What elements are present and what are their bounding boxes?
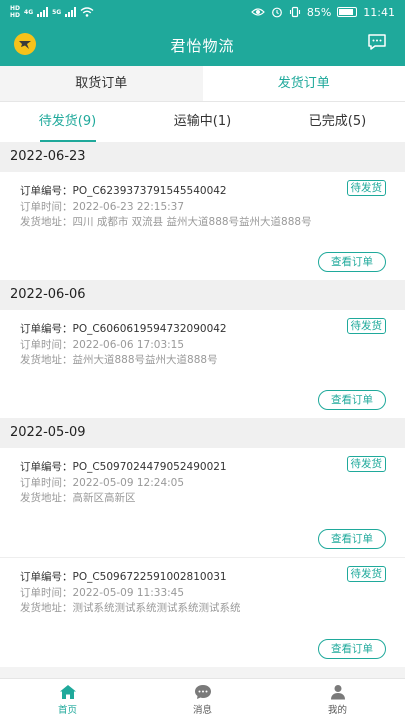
wifi-icon — [80, 7, 94, 17]
status-badge: 待发货 — [346, 318, 386, 334]
view-order-button[interactable]: 查看订单 — [318, 390, 386, 410]
status-badge: 待发货 — [346, 180, 386, 196]
shipping-address: 益州大道888号益州大道888号 — [72, 354, 218, 366]
order-number: PO_C5096722591002810031 — [72, 571, 227, 583]
order-time: 2022-05-09 11:33:45 — [72, 586, 185, 599]
vibrate-icon — [289, 6, 300, 18]
profile-icon — [330, 684, 345, 699]
battery-icon — [337, 7, 358, 17]
order-number: PO_C6239373791545540042 — [72, 185, 227, 197]
nav-messages[interactable]: 消息 — [135, 679, 270, 720]
status-tabs: 待发货(9) 运输中(1) 已完成(5) — [0, 102, 405, 142]
order-card[interactable]: 订单编号：PO_C6060619594732090042 待发货 订单时间：20… — [0, 310, 405, 418]
order-number: PO_C6060619594732090042 — [72, 323, 227, 335]
signal-icon-2 — [65, 7, 77, 17]
order-card[interactable]: 订单编号：PO_C5097024479052490021 待发货 订单时间：20… — [0, 448, 405, 557]
tab-pending-shipment[interactable]: 待发货(9) — [0, 102, 135, 142]
tab-in-transit[interactable]: 运输中(1) — [135, 102, 270, 142]
shipping-address: 四川 成都市 双流县 益州大道888号益州大道888号 — [72, 216, 312, 228]
signal-icon — [37, 7, 49, 17]
address-row: 发货地址：高新区高新区 — [20, 492, 136, 504]
chat-icon[interactable] — [367, 33, 387, 51]
address-row: 发货地址：四川 成都市 双流县 益州大道888号益州大道888号 — [20, 216, 312, 228]
status-badge: 待发货 — [346, 566, 386, 582]
tab-pickup-orders[interactable]: 取货订单 — [0, 66, 203, 101]
battery-percent: 85% — [306, 5, 332, 19]
nav-messages-label: 消息 — [192, 704, 212, 716]
logo-icon[interactable] — [14, 33, 36, 55]
nav-home[interactable]: 首页 — [0, 679, 135, 720]
view-order-button[interactable]: 查看订单 — [318, 252, 386, 272]
order-time-row: 订单时间：2022-05-09 12:24:05 — [20, 476, 185, 489]
status-badge: 待发货 — [346, 456, 386, 472]
tab-completed[interactable]: 已完成(5) — [270, 102, 405, 142]
order-card[interactable]: 订单编号：PO_C5096722591002810031 待发货 订单时间：20… — [0, 558, 405, 667]
network-type-label: 4G — [24, 8, 34, 16]
date-header: 2022-05-09 — [0, 418, 405, 448]
shipping-address: 测试系统测试系统测试系统测试系统 — [72, 602, 241, 614]
nav-home-label: 首页 — [57, 704, 77, 716]
eye-icon — [250, 8, 265, 16]
order-time-row: 订单时间：2022-06-23 22:15:37 — [20, 200, 185, 213]
order-time: 2022-05-09 12:24:05 — [72, 476, 185, 489]
view-order-button[interactable]: 查看订单 — [318, 639, 386, 659]
shipping-address: 高新区高新区 — [72, 492, 136, 504]
bottom-nav: 首页 消息 我的 — [0, 678, 405, 720]
message-icon — [194, 684, 211, 699]
order-number: PO_C5097024479052490021 — [72, 461, 227, 473]
date-header: 2022-06-23 — [0, 142, 405, 172]
order-number-row: 订单编号：PO_C6060619594732090042 — [20, 323, 227, 335]
order-list[interactable]: 2022-06-23 订单编号：PO_C6239373791545540042 … — [0, 142, 405, 678]
page-title: 君怡物流 — [170, 36, 235, 55]
address-row: 发货地址：测试系统测试系统测试系统测试系统 — [20, 602, 241, 614]
nav-profile-label: 我的 — [327, 704, 347, 716]
order-type-tabs: 取货订单 发货订单 — [0, 66, 405, 102]
order-time: 2022-06-06 17:03:15 — [72, 338, 185, 351]
order-card[interactable]: 订单编号：PO_C6239373791545540042 待发货 订单时间：20… — [0, 172, 405, 280]
order-number-row: 订单编号：PO_C5097024479052490021 — [20, 461, 227, 473]
date-header: 2022-06-06 — [0, 280, 405, 310]
order-time-row: 订单时间：2022-05-09 11:33:45 — [20, 586, 185, 599]
network-indicator: HD HD — [10, 5, 21, 19]
tab-shipping-orders[interactable]: 发货订单 — [202, 66, 405, 101]
status-bar: HD HD 4G 5G 85% 11:41 — [0, 0, 405, 24]
order-time-row: 订单时间：2022-06-06 17:03:15 — [20, 338, 185, 351]
clock: 11:41 — [363, 5, 395, 19]
view-order-button[interactable]: 查看订单 — [318, 529, 386, 549]
network-type-label-2: 5G — [52, 8, 62, 16]
nav-profile[interactable]: 我的 — [270, 679, 405, 720]
order-number-row: 订单编号：PO_C6239373791545540042 — [20, 185, 227, 197]
alarm-icon — [271, 7, 282, 18]
order-number-row: 订单编号：PO_C5096722591002810031 — [20, 571, 227, 583]
home-icon — [59, 684, 76, 699]
order-time: 2022-06-23 22:15:37 — [72, 200, 185, 213]
address-row: 发货地址：益州大道888号益州大道888号 — [20, 354, 218, 366]
app-header: 君怡物流 — [0, 24, 405, 66]
